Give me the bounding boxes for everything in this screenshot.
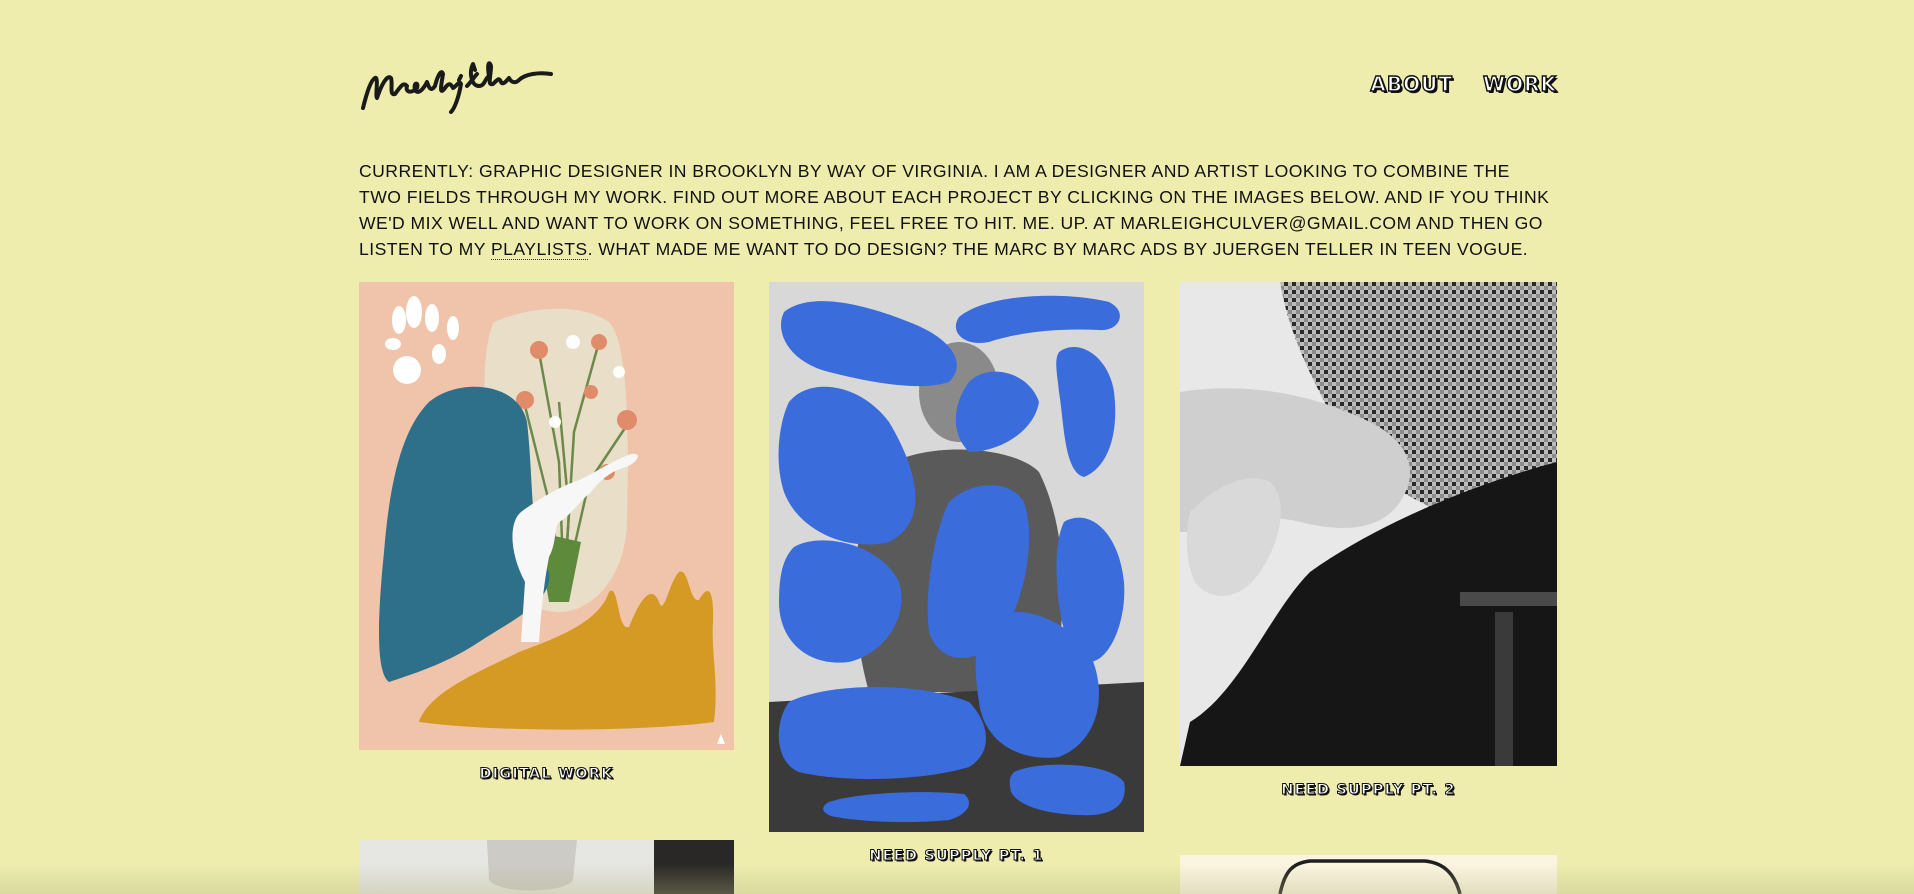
project-tile-digital-work[interactable] [359, 282, 734, 750]
caption-need-supply-2[interactable]: NEED SUPPLY PT. 2 [1180, 782, 1557, 799]
main-nav: ABOUT WORK [1370, 71, 1557, 96]
caption-need-supply-1[interactable]: NEED SUPPLY PT. 1 [769, 848, 1144, 865]
signature-logo[interactable] [359, 56, 553, 114]
playlists-link[interactable]: PLAYLISTS [490, 239, 588, 260]
project-tile-need-supply-2[interactable] [1180, 282, 1557, 766]
signature-logo-image [361, 61, 553, 114]
project-tile-need-supply-1[interactable] [769, 282, 1144, 832]
nav-about-link[interactable]: ABOUT [1370, 71, 1453, 96]
page-container: ABOUT WORK CURRENTLY: GRAPHIC DESIGNER I… [359, 0, 1557, 894]
intro-paragraph: CURRENTLY: GRAPHIC DESIGNER IN BROOKLYN … [359, 158, 1557, 262]
bottom-shadow [0, 864, 1914, 894]
need-supply-2-photo [1180, 282, 1557, 766]
need-supply-1-photo [769, 282, 1144, 832]
intro-text-part2: . WHAT MADE ME WANT TO DO DESIGN? THE MA… [587, 239, 1529, 259]
nav-work-link[interactable]: WORK [1482, 71, 1557, 96]
digital-work-collage-image [359, 282, 734, 750]
caption-digital-work[interactable]: DIGITAL WORK [359, 766, 734, 783]
